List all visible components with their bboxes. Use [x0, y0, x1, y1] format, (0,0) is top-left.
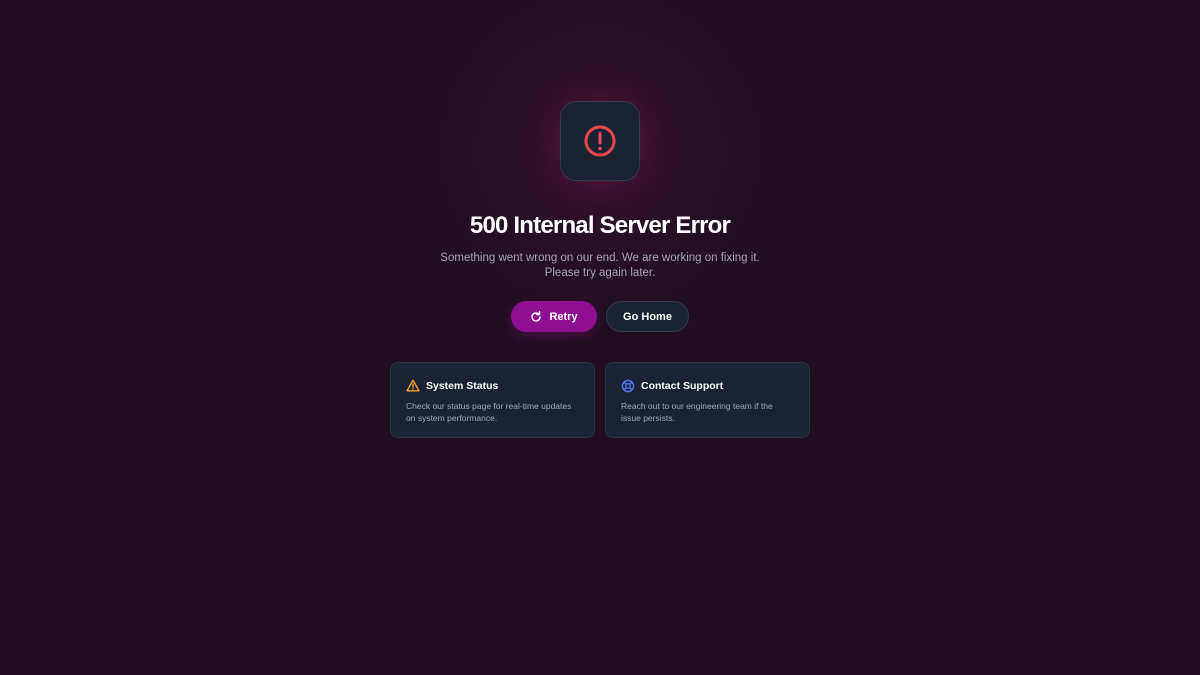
error-page: 500 Internal Server Error Something went…	[0, 0, 1200, 675]
contact-support-card[interactable]: Contact Support Reach out to our enginee…	[605, 362, 810, 438]
retry-button-label: Retry	[549, 310, 578, 323]
card-title: System Status	[426, 379, 499, 392]
card-title: Contact Support	[641, 379, 724, 392]
alert-circle-icon	[584, 125, 616, 157]
error-icon-container	[560, 101, 640, 181]
card-header: Contact Support	[621, 378, 794, 393]
system-status-card[interactable]: System Status Check our status page for …	[390, 362, 595, 438]
refresh-icon	[531, 310, 542, 322]
go-home-button[interactable]: Go Home	[606, 301, 689, 332]
error-message: Something went wrong on our end. We are …	[0, 251, 1200, 281]
card-header: System Status	[406, 378, 579, 393]
card-description: Reach out to our engineering team if the…	[621, 401, 773, 423]
support-lifebuoy-icon	[621, 379, 635, 392]
page-title: 500 Internal Server Error	[469, 212, 731, 239]
error-message-line-1: Something went wrong on our end. We are …	[440, 252, 760, 264]
card-description: Check our status page for real-time upda…	[406, 401, 572, 423]
go-home-button-label: Go Home	[623, 310, 672, 323]
retry-button[interactable]: Retry	[511, 301, 597, 332]
warning-triangle-icon	[406, 379, 420, 392]
error-message-line-2: Please try again later.	[544, 267, 656, 279]
